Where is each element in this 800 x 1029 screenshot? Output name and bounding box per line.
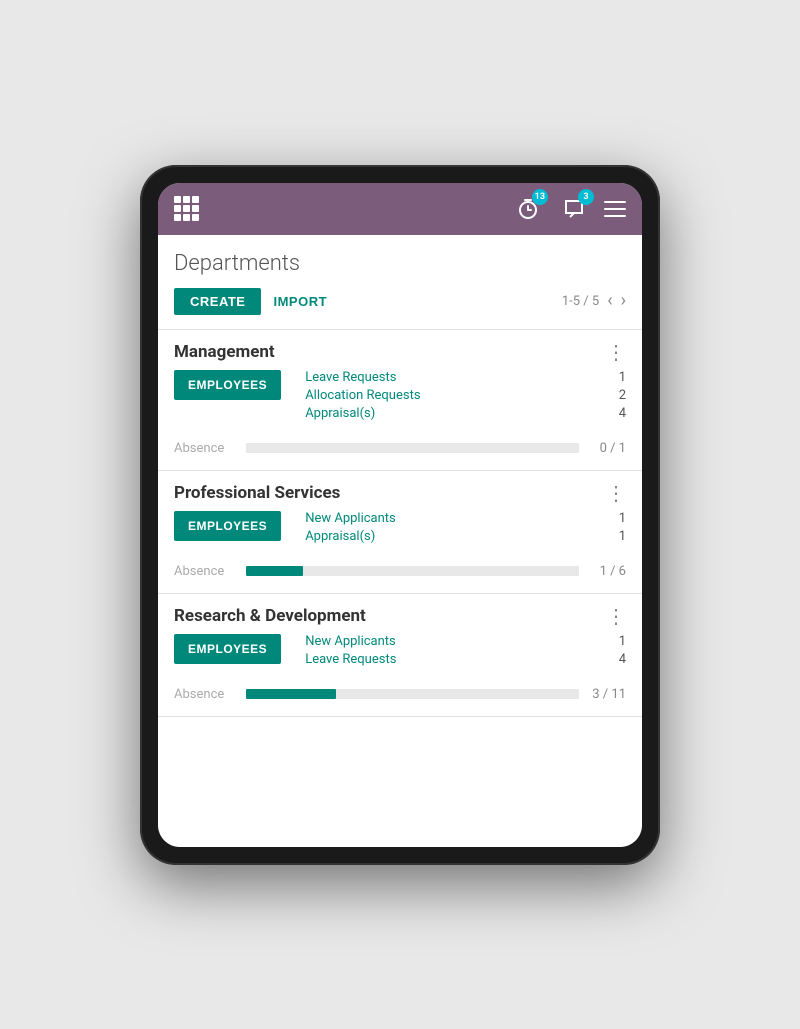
stat-row: New Applicants 1 bbox=[305, 511, 626, 526]
stat-label: Leave Requests bbox=[305, 370, 396, 385]
stat-label: New Applicants bbox=[305, 634, 396, 649]
department-card: Research & Development ⋮ EMPLOYEES New A… bbox=[158, 594, 642, 717]
dept-body: EMPLOYEES Leave Requests 1 Allocation Re… bbox=[158, 370, 642, 433]
department-card: Management ⋮ EMPLOYEES Leave Requests 1 … bbox=[158, 330, 642, 471]
dept-name: Professional Services bbox=[174, 483, 340, 503]
dept-footer: Absence 3 / 11 bbox=[158, 679, 642, 716]
absence-bar bbox=[246, 566, 579, 576]
import-button[interactable]: IMPORT bbox=[273, 294, 327, 309]
messages-badge: 3 bbox=[578, 189, 594, 205]
pagination-next-button[interactable]: › bbox=[621, 292, 626, 310]
stat-label: Appraisal(s) bbox=[305, 529, 375, 544]
tablet-screen: 13 3 Departments bbox=[158, 183, 642, 847]
stat-value: 1 bbox=[606, 370, 626, 385]
messages-button[interactable]: 3 bbox=[558, 193, 590, 225]
absence-count: 1 / 6 bbox=[591, 564, 626, 579]
stat-label: Leave Requests bbox=[305, 652, 396, 667]
dept-body: EMPLOYEES New Applicants 1 Leave Request… bbox=[158, 634, 642, 679]
dept-name: Management bbox=[174, 342, 275, 362]
stat-row: New Applicants 1 bbox=[305, 634, 626, 649]
absence-label: Absence bbox=[174, 564, 234, 579]
content-area: Departments CREATE IMPORT 1-5 / 5 ‹ › bbox=[158, 235, 642, 847]
dept-stats: Leave Requests 1 Allocation Requests 2 A… bbox=[305, 370, 626, 421]
dept-header: Professional Services ⋮ bbox=[158, 471, 642, 511]
pagination-text: 1-5 / 5 bbox=[562, 294, 599, 309]
dept-header: Research & Development ⋮ bbox=[158, 594, 642, 634]
dept-header: Management ⋮ bbox=[158, 330, 642, 370]
dept-footer: Absence 0 / 1 bbox=[158, 433, 642, 470]
more-options-button[interactable]: ⋮ bbox=[606, 483, 626, 503]
stat-value: 1 bbox=[606, 511, 626, 526]
stat-value: 1 bbox=[606, 634, 626, 649]
page-title: Departments bbox=[174, 251, 626, 276]
hamburger-menu-button[interactable] bbox=[604, 201, 626, 217]
page-header: Departments CREATE IMPORT 1-5 / 5 ‹ › bbox=[158, 235, 642, 329]
toolbar: CREATE IMPORT 1-5 / 5 ‹ › bbox=[174, 288, 626, 315]
stat-value: 2 bbox=[606, 388, 626, 403]
stat-label: Allocation Requests bbox=[305, 388, 420, 403]
pagination-prev-button[interactable]: ‹ bbox=[607, 292, 612, 310]
stat-row: Leave Requests 4 bbox=[305, 652, 626, 667]
absence-label: Absence bbox=[174, 687, 234, 702]
stat-row: Appraisal(s) 1 bbox=[305, 529, 626, 544]
dept-stats: New Applicants 1 Appraisal(s) 1 bbox=[305, 511, 626, 544]
employees-button[interactable]: EMPLOYEES bbox=[174, 634, 281, 664]
dept-stats: New Applicants 1 Leave Requests 4 bbox=[305, 634, 626, 667]
absence-bar-fill bbox=[246, 689, 336, 699]
stat-value: 4 bbox=[606, 652, 626, 667]
absence-bar-fill bbox=[246, 566, 303, 576]
toolbar-left: CREATE IMPORT bbox=[174, 288, 327, 315]
more-options-button[interactable]: ⋮ bbox=[606, 606, 626, 626]
notifications-button[interactable]: 13 bbox=[512, 193, 544, 225]
stat-label: New Applicants bbox=[305, 511, 396, 526]
create-button[interactable]: CREATE bbox=[174, 288, 261, 315]
dept-name: Research & Development bbox=[174, 606, 366, 626]
stat-row: Leave Requests 1 bbox=[305, 370, 626, 385]
dept-body: EMPLOYEES New Applicants 1 Appraisal(s) … bbox=[158, 511, 642, 556]
stat-label: Appraisal(s) bbox=[305, 406, 375, 421]
employees-button[interactable]: EMPLOYEES bbox=[174, 370, 281, 400]
absence-count: 0 / 1 bbox=[591, 441, 626, 456]
stat-row: Allocation Requests 2 bbox=[305, 388, 626, 403]
navbar-right: 13 3 bbox=[512, 193, 626, 225]
absence-bar bbox=[246, 689, 579, 699]
pagination: 1-5 / 5 ‹ › bbox=[562, 292, 626, 310]
stat-value: 4 bbox=[606, 406, 626, 421]
absence-bar bbox=[246, 443, 579, 453]
absence-count: 3 / 11 bbox=[591, 687, 626, 702]
employees-button[interactable]: EMPLOYEES bbox=[174, 511, 281, 541]
notifications-badge: 13 bbox=[532, 189, 548, 205]
stat-value: 1 bbox=[606, 529, 626, 544]
navbar: 13 3 bbox=[158, 183, 642, 235]
tablet-wrapper: 13 3 Departments bbox=[140, 165, 660, 865]
more-options-button[interactable]: ⋮ bbox=[606, 342, 626, 362]
stat-row: Appraisal(s) 4 bbox=[305, 406, 626, 421]
department-card: Professional Services ⋮ EMPLOYEES New Ap… bbox=[158, 471, 642, 594]
apps-grid-icon[interactable] bbox=[174, 196, 199, 221]
absence-label: Absence bbox=[174, 441, 234, 456]
departments-list: Management ⋮ EMPLOYEES Leave Requests 1 … bbox=[158, 330, 642, 717]
dept-footer: Absence 1 / 6 bbox=[158, 556, 642, 593]
